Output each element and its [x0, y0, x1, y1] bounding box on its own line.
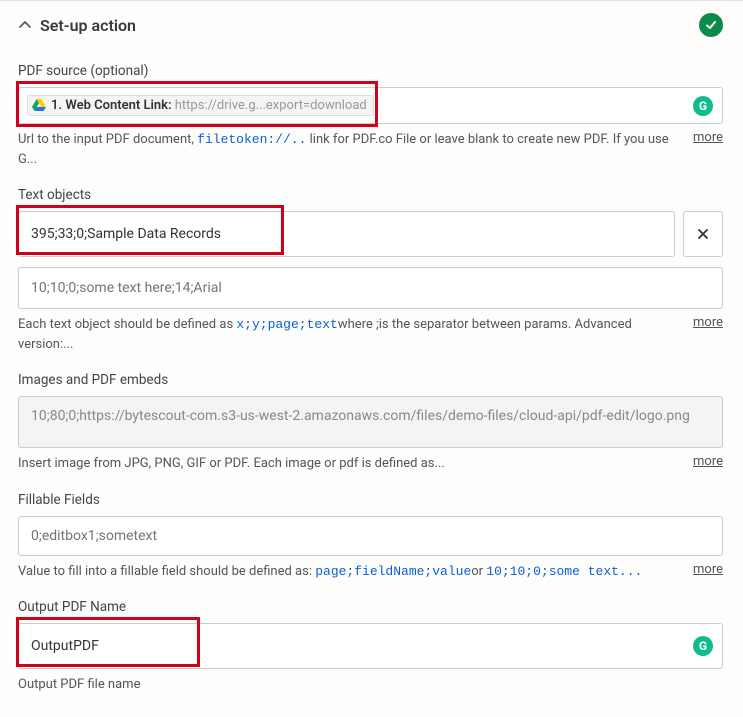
section-title: Set-up action — [40, 16, 136, 35]
output-name-input[interactable] — [18, 623, 723, 669]
remove-button[interactable] — [683, 211, 723, 257]
images-embeds-helper: Insert image from JPG, PNG, GIF or PDF. … — [18, 454, 693, 474]
fillable-fields-helper: Value to fill into a fillable field shou… — [18, 562, 693, 582]
text-objects-helper: Each text object should be defined as x;… — [18, 315, 693, 354]
chevron-up-icon — [18, 18, 32, 32]
pdf-source-field: PDF source (optional) 1. Web Content Lin… — [18, 63, 723, 169]
source-token[interactable]: 1. Web Content Link: https://drive.g...e… — [27, 95, 374, 116]
images-embeds-label: Images and PDF embeds — [18, 372, 723, 388]
images-embeds-input[interactable] — [18, 396, 723, 448]
pdf-source-input[interactable]: 1. Web Content Link: https://drive.g...e… — [18, 87, 723, 124]
setup-action-panel: Set-up action PDF source (optional) — [0, 0, 743, 717]
output-name-field: Output PDF Name G Output PDF file name — [18, 599, 723, 695]
section-header[interactable]: Set-up action — [18, 13, 723, 37]
header-left: Set-up action — [18, 16, 136, 35]
pdf-source-label: PDF source (optional) — [18, 63, 723, 79]
more-link[interactable]: more — [693, 130, 723, 145]
grammarly-icon: G — [693, 636, 713, 656]
token-text: 1. Web Content Link: https://drive.g...e… — [51, 98, 367, 113]
fillable-fields-input[interactable] — [18, 516, 723, 556]
grammarly-icon: G — [693, 96, 713, 116]
text-objects-label: Text objects — [18, 187, 723, 203]
text-objects-input[interactable] — [18, 211, 675, 257]
pdf-source-helper: Url to the input PDF document, filetoken… — [18, 130, 693, 169]
google-drive-icon — [32, 99, 46, 112]
fillable-fields-field: Fillable Fields Value to fill into a fil… — [18, 492, 723, 582]
text-objects-field: Text objects Each text object should be … — [18, 187, 723, 354]
more-link[interactable]: more — [693, 315, 723, 330]
more-link[interactable]: more — [693, 562, 723, 577]
check-circle-icon — [699, 13, 723, 37]
output-name-helper: Output PDF file name — [18, 675, 723, 695]
images-embeds-field: Images and PDF embeds Insert image from … — [18, 372, 723, 474]
more-link[interactable]: more — [693, 454, 723, 469]
text-objects-placeholder-input[interactable] — [18, 267, 723, 309]
fillable-fields-label: Fillable Fields — [18, 492, 723, 508]
